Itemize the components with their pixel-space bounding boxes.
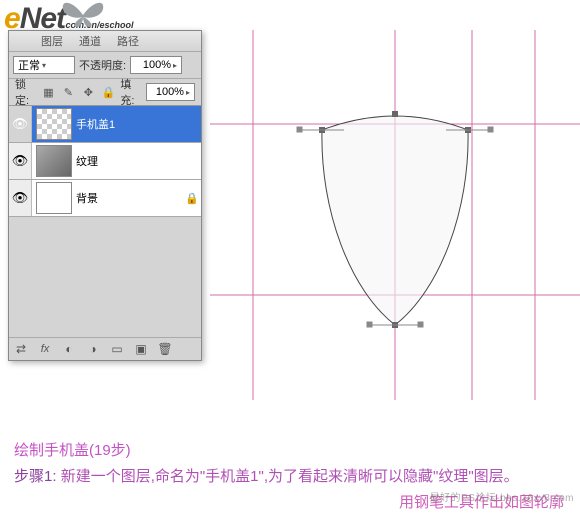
trash-icon[interactable]: 🗑 bbox=[157, 341, 173, 357]
eye-icon: 👁 bbox=[12, 116, 29, 132]
butterfly-icon bbox=[59, 0, 107, 31]
lock-all-icon[interactable]: 🔒 bbox=[100, 84, 116, 100]
layer-row[interactable]: 👁 手机盖1 bbox=[9, 106, 201, 143]
layers-panel: 图层 通道 路径 正常▾ 不透明度: 100%▸ 锁定: ▦ ✎ ✥ 🔒 填充:… bbox=[8, 30, 202, 361]
layers-empty-area bbox=[9, 217, 201, 337]
canvas-drawing bbox=[210, 30, 580, 400]
step-label: 步骤1: bbox=[14, 468, 57, 485]
step-body: 新建一个图层,命名为"手机盖1",为了看起来清晰可以隐藏"纹理"图层。 bbox=[61, 468, 519, 485]
visibility-toggle[interactable]: 👁 bbox=[9, 106, 32, 142]
site-logo: eNet.com.cn/eschool bbox=[4, 2, 134, 36]
visibility-toggle[interactable]: 👁 bbox=[9, 143, 32, 179]
eye-icon: 👁 bbox=[12, 153, 29, 169]
layer-name-label[interactable]: 手机盖1 bbox=[76, 116, 185, 132]
lock-label: 锁定: bbox=[15, 76, 38, 108]
layer-name-label[interactable]: 纹理 bbox=[76, 153, 185, 169]
layer-thumbnail[interactable] bbox=[36, 182, 72, 214]
fx-icon[interactable]: fx bbox=[37, 341, 53, 357]
instruction-text: 绘制手机盖(19步) 步骤1: 新建一个图层,命名为"手机盖1",为了看起来清晰… bbox=[14, 438, 519, 489]
visibility-toggle[interactable]: 👁 bbox=[9, 180, 32, 216]
lock-transparency-icon[interactable]: ▦ bbox=[40, 84, 56, 100]
instruction-title: 绘制手机盖(19步) bbox=[14, 438, 519, 464]
adjust-icon[interactable]: ◑ bbox=[85, 341, 101, 357]
group-icon[interactable]: ▭ bbox=[109, 341, 125, 357]
fill-label: 填充: bbox=[120, 76, 143, 108]
new-icon[interactable]: ▣ bbox=[133, 341, 149, 357]
watermark-text: 最好的PS论坛-bbs.16xx8.com bbox=[430, 489, 574, 504]
link-icon[interactable]: ⇄ bbox=[13, 341, 29, 357]
layer-row[interactable]: 👁 背景 🔒 bbox=[9, 180, 201, 217]
mask-icon[interactable]: ◐ bbox=[61, 341, 77, 357]
eye-icon: 👁 bbox=[12, 190, 29, 206]
lock-move-icon[interactable]: ✥ bbox=[80, 84, 96, 100]
layer-thumbnail[interactable] bbox=[36, 145, 72, 177]
opacity-input[interactable]: 100%▸ bbox=[130, 56, 182, 74]
layer-name-label[interactable]: 背景 bbox=[76, 190, 185, 206]
fill-input[interactable]: 100%▸ bbox=[146, 83, 195, 101]
layer-row[interactable]: 👁 纹理 bbox=[9, 143, 201, 180]
panel-footer: ⇄ fx ◐ ◑ ▭ ▣ 🗑 bbox=[9, 337, 201, 360]
layer-thumbnail[interactable] bbox=[36, 108, 72, 140]
layers-list: 👁 手机盖1 👁 纹理 👁 背景 🔒 bbox=[9, 106, 201, 337]
opacity-label: 不透明度: bbox=[79, 57, 126, 73]
blend-mode-select[interactable]: 正常▾ bbox=[13, 56, 75, 74]
lock-brush-icon[interactable]: ✎ bbox=[60, 84, 76, 100]
lock-icon: 🔒 bbox=[185, 192, 201, 205]
